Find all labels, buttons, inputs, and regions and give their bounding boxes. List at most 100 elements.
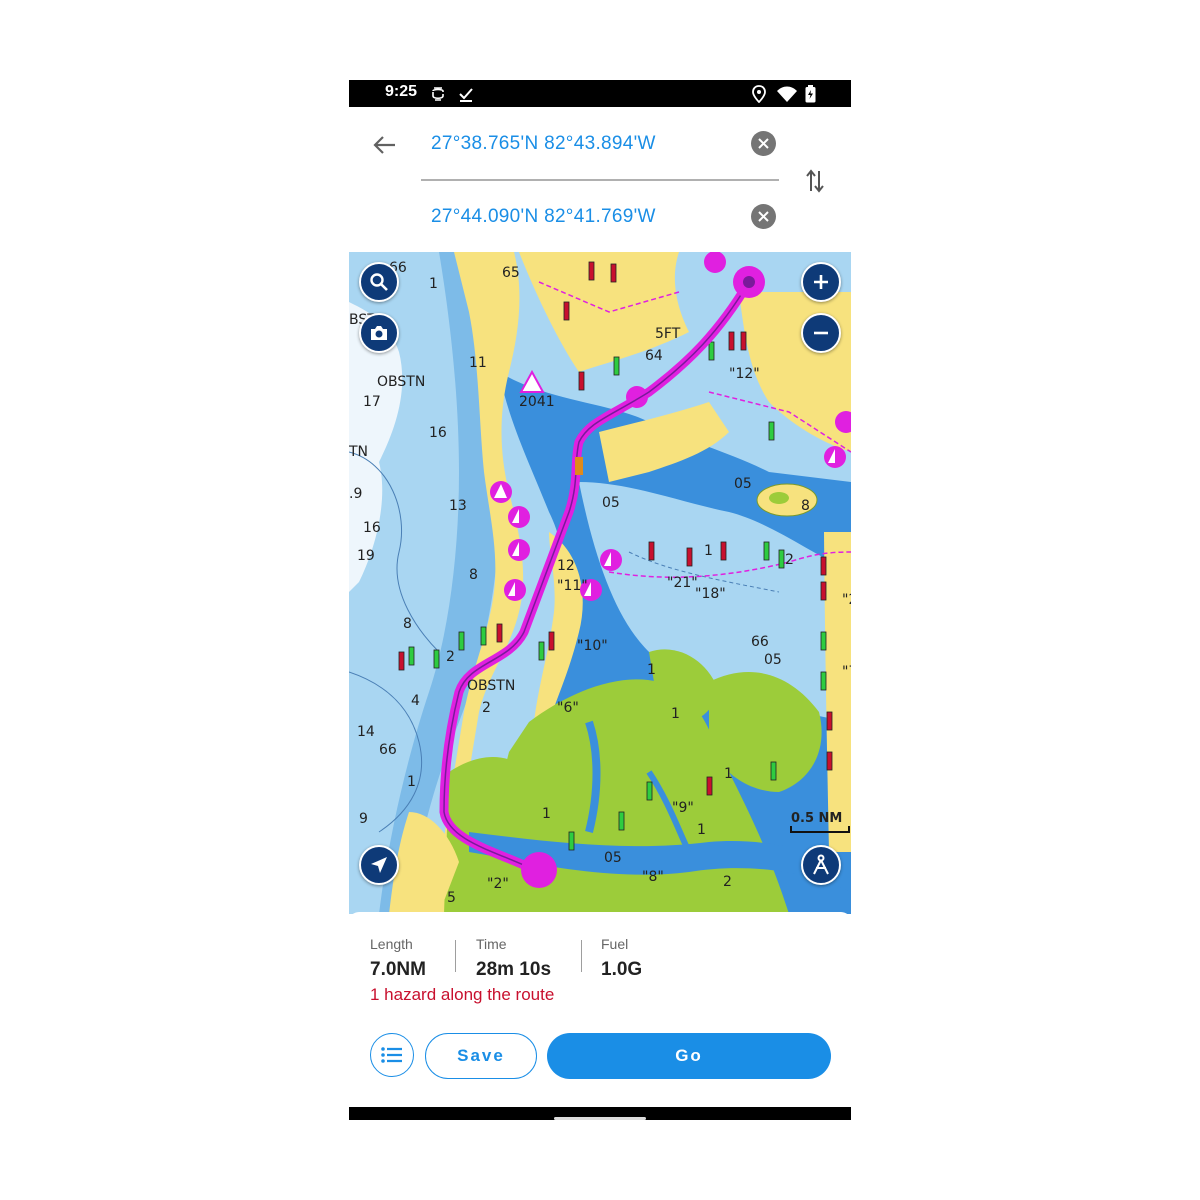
location-icon [751, 80, 767, 107]
start-coordinate-field[interactable]: 27°38.765'N 82°43.894'W [431, 133, 656, 155]
svg-text:2: 2 [723, 874, 732, 890]
stat-divider [455, 940, 456, 972]
svg-text:0.5 NM: 0.5 NM [791, 811, 842, 826]
svg-text:05: 05 [604, 850, 622, 866]
zoom-in-icon [814, 275, 828, 289]
go-button[interactable]: Go [547, 1033, 831, 1079]
svg-text:17: 17 [363, 394, 381, 410]
svg-text:12: 12 [557, 558, 575, 574]
hazard-segment [575, 457, 583, 475]
svg-text:OBSTN: OBSTN [467, 678, 515, 694]
check-icon [457, 80, 475, 107]
svg-text:66: 66 [379, 742, 397, 758]
svg-text:"6": "6" [557, 700, 579, 716]
svg-text:8: 8 [801, 498, 810, 514]
system-nav-bar [349, 1107, 851, 1120]
status-bar: 9:25 [349, 80, 851, 107]
svg-text:13: 13 [449, 498, 467, 514]
svg-text:16: 16 [363, 520, 381, 536]
svg-text:1: 1 [671, 706, 680, 722]
svg-text:8: 8 [469, 567, 478, 583]
length-value: 7.0NM [370, 959, 426, 980]
zoom-out-icon [814, 331, 828, 335]
fuel-value: 1.0G [601, 959, 643, 980]
svg-text:1: 1 [542, 806, 551, 822]
svg-text:.9: .9 [349, 486, 362, 502]
svg-text:1: 1 [704, 543, 713, 559]
route-summary-panel: Length 7.0NM Time 28m 10s Fuel 1.0G 1 ha… [349, 912, 851, 1107]
zoom-out-button[interactable] [801, 313, 841, 353]
compass-icon [813, 854, 829, 875]
camera-button[interactable] [359, 313, 399, 353]
svg-text:"7": "7" [842, 664, 851, 680]
notification-icon [429, 80, 447, 107]
fuel-label: Fuel [601, 936, 629, 952]
status-time: 9:25 [385, 83, 418, 100]
locate-button[interactable] [359, 845, 399, 885]
svg-text:64: 64 [645, 348, 663, 364]
svg-text:2: 2 [482, 700, 491, 716]
route-header: 27°38.765'N 82°43.894'W 27°44.090'N 82°4… [349, 107, 851, 252]
svg-text:OBSTN: OBSTN [377, 374, 425, 390]
list-icon [381, 1047, 402, 1063]
svg-text:4: 4 [411, 693, 420, 709]
svg-text:05: 05 [764, 652, 782, 668]
save-button[interactable]: Save [425, 1033, 537, 1079]
search-icon [370, 273, 388, 291]
svg-text:2: 2 [446, 649, 455, 665]
length-label: Length [370, 936, 413, 952]
svg-text:2: 2 [785, 552, 794, 568]
svg-text:TN: TN [349, 444, 368, 460]
chart-canvas[interactable]: 66 1 65 11 16 13 .9 16 19 8 8 2 4 14 66 … [349, 252, 851, 914]
back-arrow-icon[interactable] [371, 131, 399, 159]
svg-text:5FT: 5FT [655, 326, 681, 342]
end-coordinate-field[interactable]: 27°44.090'N 82°41.769'W [431, 206, 656, 228]
svg-text:2041: 2041 [519, 394, 555, 410]
route-list-button[interactable] [370, 1033, 414, 1077]
svg-text:"8": "8" [642, 869, 664, 885]
svg-text:"11": "11" [557, 578, 588, 594]
route-end-point [521, 852, 557, 888]
clear-icon [758, 211, 769, 222]
svg-text:65: 65 [502, 265, 520, 281]
hazard-warning-text[interactable]: 1 hazard along the route [370, 985, 554, 1005]
svg-text:1: 1 [429, 276, 438, 292]
svg-text:"18": "18" [695, 586, 726, 602]
phone-screen: 9:25 27°38.765'N 82°43.894'W 27°44.090'N [349, 80, 851, 1120]
camera-icon [371, 326, 387, 340]
svg-text:"24": "24" [842, 592, 851, 608]
svg-text:"10": "10" [577, 638, 608, 654]
svg-text:1: 1 [724, 766, 733, 782]
swap-icon[interactable] [803, 167, 827, 195]
zoom-in-button[interactable] [801, 262, 841, 302]
battery-icon [803, 80, 817, 107]
svg-text:1: 1 [697, 822, 706, 838]
time-value: 28m 10s [476, 959, 552, 980]
svg-text:19: 19 [357, 548, 375, 564]
svg-text:11: 11 [469, 355, 487, 371]
svg-text:"12": "12" [729, 366, 760, 382]
stat-divider [581, 940, 582, 972]
svg-text:1: 1 [407, 774, 416, 790]
svg-text:8: 8 [403, 616, 412, 632]
svg-text:5: 5 [447, 890, 456, 906]
clear-end-button[interactable] [751, 204, 776, 229]
svg-text:16: 16 [429, 425, 447, 441]
home-handle[interactable] [554, 1117, 646, 1120]
svg-text:14: 14 [357, 724, 375, 740]
nautical-chart-map[interactable]: 66 1 65 11 16 13 .9 16 19 8 8 2 4 14 66 … [349, 252, 851, 914]
svg-text:9: 9 [359, 811, 368, 827]
clear-icon [758, 138, 769, 149]
clear-start-button[interactable] [751, 131, 776, 156]
search-map-button[interactable] [359, 262, 399, 302]
time-label: Time [476, 936, 507, 952]
svg-text:"21": "21" [667, 575, 698, 591]
field-divider [421, 179, 779, 181]
compass-button[interactable] [801, 845, 841, 885]
svg-text:"2": "2" [487, 876, 509, 892]
svg-text:05: 05 [602, 495, 620, 511]
svg-text:66: 66 [751, 634, 769, 650]
svg-text:1: 1 [647, 662, 656, 678]
svg-text:"9": "9" [672, 800, 694, 816]
locate-icon [371, 857, 387, 873]
